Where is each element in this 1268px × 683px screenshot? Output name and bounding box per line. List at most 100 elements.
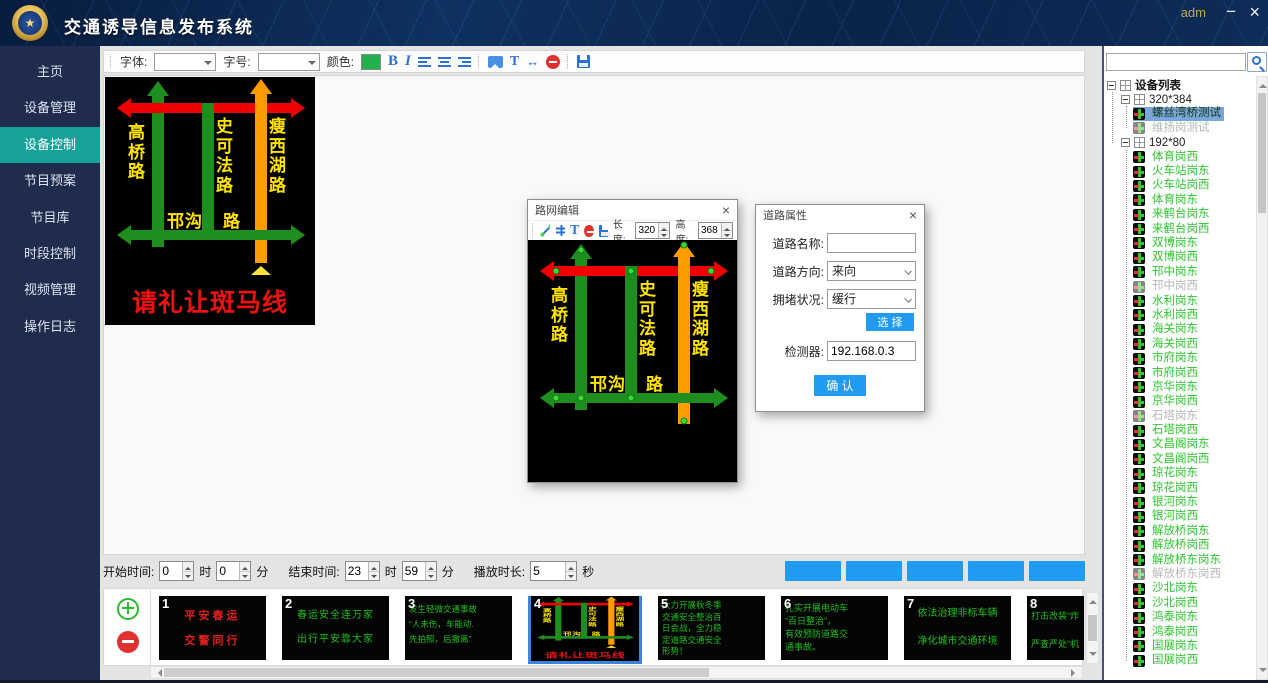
sidebar-item[interactable]: 节目库 — [0, 200, 100, 236]
sidebar-item[interactable]: 节目预案 — [0, 163, 100, 199]
end-hour-field[interactable] — [346, 562, 368, 580]
device-tree-item[interactable]: 解放桥岗东 — [1133, 524, 1213, 538]
action-button[interactable] — [785, 561, 841, 581]
scroll-down-icon[interactable] — [1089, 652, 1097, 660]
height-value-field[interactable] — [699, 223, 721, 238]
user-name[interactable]: adm — [1181, 5, 1206, 20]
device-tree-item[interactable]: 火车站岗西 — [1133, 179, 1213, 193]
device-tree-item[interactable]: 鸿泰岗西 — [1133, 625, 1201, 639]
scroll-left-icon[interactable] — [154, 669, 162, 677]
align-right-icon[interactable] — [458, 56, 471, 68]
start-hour-spinner[interactable] — [182, 562, 193, 580]
text-tool-button[interactable]: T — [570, 223, 579, 239]
congestion-select[interactable]: 缓行 — [827, 289, 916, 309]
add-program-button[interactable] — [117, 598, 139, 620]
device-tree-item[interactable]: 体育岗西 — [1133, 150, 1201, 164]
close-button[interactable]: × — [1249, 2, 1260, 22]
action-button[interactable] — [907, 561, 963, 581]
save-icon[interactable] — [577, 55, 590, 68]
playlist-item-5[interactable]: 5 大力开展秋冬季 交通安全整治百 日会战，全力稳 定道路交通安全 形势！ — [658, 596, 765, 660]
road-name-input[interactable] — [827, 233, 916, 253]
sidebar-item[interactable]: 视频管理 — [0, 272, 100, 308]
road-node-handle[interactable] — [553, 395, 560, 402]
device-tree-item[interactable]: 市府岗西 — [1133, 366, 1201, 380]
insert-image-icon[interactable] — [488, 56, 503, 68]
device-tree-item[interactable]: 解放桥岗西 — [1133, 539, 1213, 553]
device-tree-item[interactable]: 火车站岗东 — [1133, 164, 1213, 178]
led-screen-preview[interactable]: 高桥路 史可法路 瘦西湖路 邗沟 路 请礼让斑马线 — [105, 77, 315, 325]
height-input[interactable] — [698, 222, 733, 239]
device-tree-item[interactable]: 国展岗东 — [1133, 639, 1201, 653]
end-minute-field[interactable] — [403, 562, 425, 580]
bold-button[interactable]: B — [388, 53, 398, 70]
playlist-item-3[interactable]: 3 发生轻微交通事故 “人未伤，车能动. 先拍照，后撤离” — [405, 596, 512, 660]
device-tree-item[interactable]: 来鹤台岗西 — [1133, 222, 1213, 236]
collapse-icon[interactable] — [1107, 81, 1116, 90]
start-hour-field[interactable] — [160, 562, 182, 580]
device-tree-item[interactable]: 水利岗东 — [1133, 294, 1201, 308]
tree-group-320x384[interactable]: 320*384 — [1121, 92, 1192, 106]
roadnet-canvas[interactable]: 高桥路 史可法路 瘦西湖路 邗沟 路 — [528, 240, 737, 482]
device-tree-item[interactable]: 文昌阁岗东 — [1133, 438, 1213, 452]
font-select[interactable] — [154, 53, 216, 71]
playlist-item-1[interactable]: 1 平安春运 交警同行 — [159, 596, 266, 660]
duration-spinner[interactable] — [565, 562, 576, 580]
device-tree-item[interactable]: 石塔岗东 — [1133, 409, 1201, 423]
length-spinner[interactable] — [658, 223, 669, 238]
playlist-item-8[interactable]: 8 打击改装“炸 严查严处“机 — [1027, 596, 1084, 660]
device-tree-item[interactable]: 京华岗西 — [1133, 395, 1201, 409]
search-button[interactable] — [1247, 52, 1267, 72]
align-left-icon[interactable] — [418, 56, 431, 68]
draw-road-icon[interactable] — [540, 224, 550, 237]
sidebar-item[interactable]: 操作日志 — [0, 309, 100, 345]
delete-icon[interactable] — [584, 225, 593, 237]
playlist-item-2[interactable]: 2 春运安全连万家 出行平安靠大家 — [282, 596, 389, 660]
device-tree-item[interactable]: 国展岗西 — [1133, 654, 1201, 668]
device-tree-item[interactable]: 解放桥东岗西 — [1133, 567, 1224, 581]
sidebar-item[interactable]: 时段控制 — [0, 236, 100, 272]
device-tree-item[interactable]: 鸿泰岗东 — [1133, 610, 1201, 624]
action-button[interactable] — [968, 561, 1024, 581]
junction-tool-icon[interactable] — [555, 224, 565, 237]
delete-icon[interactable] — [546, 55, 560, 69]
vertical-scrollbar-thumb[interactable] — [1258, 93, 1266, 213]
end-hour-spinner[interactable] — [368, 562, 379, 580]
save-icon[interactable] — [599, 225, 608, 237]
remove-program-button[interactable] — [117, 631, 139, 653]
scroll-up-icon[interactable] — [1089, 596, 1097, 604]
start-minute-spinner[interactable] — [239, 562, 250, 580]
horizontal-scrollbar-thumb[interactable] — [164, 668, 709, 677]
width-tool-icon[interactable]: ↔ — [526, 54, 539, 69]
device-tree-item[interactable]: 银河岗东 — [1133, 495, 1201, 509]
text-tool-button[interactable]: T — [510, 54, 519, 70]
road-node-handle[interactable] — [681, 418, 688, 425]
device-tree-item[interactable]: 京华岗东 — [1133, 380, 1201, 394]
length-input[interactable] — [635, 222, 670, 239]
device-tree-item[interactable]: 双博岗西 — [1133, 251, 1201, 265]
device-tree-item[interactable]: 琼花岗西 — [1133, 481, 1201, 495]
start-minute-field[interactable] — [217, 562, 239, 580]
height-spinner[interactable] — [721, 223, 732, 238]
device-tree-item[interactable]: 邗中岗东 — [1133, 265, 1201, 279]
playlist-item-6[interactable]: 6 扎实开展电动车 “百日整治”， 有效预防道路交 通事故。 — [781, 596, 888, 660]
road-node-handle[interactable] — [578, 395, 585, 402]
italic-button[interactable]: I — [405, 53, 411, 70]
start-hour-input[interactable] — [159, 561, 194, 581]
device-panel-scrollbar[interactable] — [1256, 76, 1268, 680]
device-tree-item[interactable]: 石塔岗西 — [1133, 423, 1201, 437]
scroll-up-icon[interactable] — [1259, 80, 1267, 88]
tree-group-192x80[interactable]: 192*80 — [1121, 136, 1185, 150]
close-icon[interactable]: × — [722, 203, 730, 217]
device-tree-item[interactable]: 维扬岗测试 — [1133, 121, 1213, 135]
device-tree-item[interactable]: 来鹤台岗东 — [1133, 208, 1213, 222]
tree-root-device-list[interactable]: 设备列表 — [1107, 78, 1181, 92]
device-tree-item[interactable]: 沙北岗西 — [1133, 596, 1201, 610]
align-center-icon[interactable] — [438, 56, 451, 68]
select-button[interactable]: 选 择 — [866, 313, 914, 331]
end-minute-spinner[interactable] — [425, 562, 436, 580]
sidebar-item[interactable]: 设备控制 — [0, 127, 100, 163]
device-tree-item[interactable]: 琼花岗东 — [1133, 467, 1201, 481]
duration-input[interactable] — [530, 561, 577, 581]
device-tree-item[interactable]: 解放桥东岗东 — [1133, 553, 1224, 567]
device-tree-item[interactable]: 文昌阁岗西 — [1133, 452, 1213, 466]
